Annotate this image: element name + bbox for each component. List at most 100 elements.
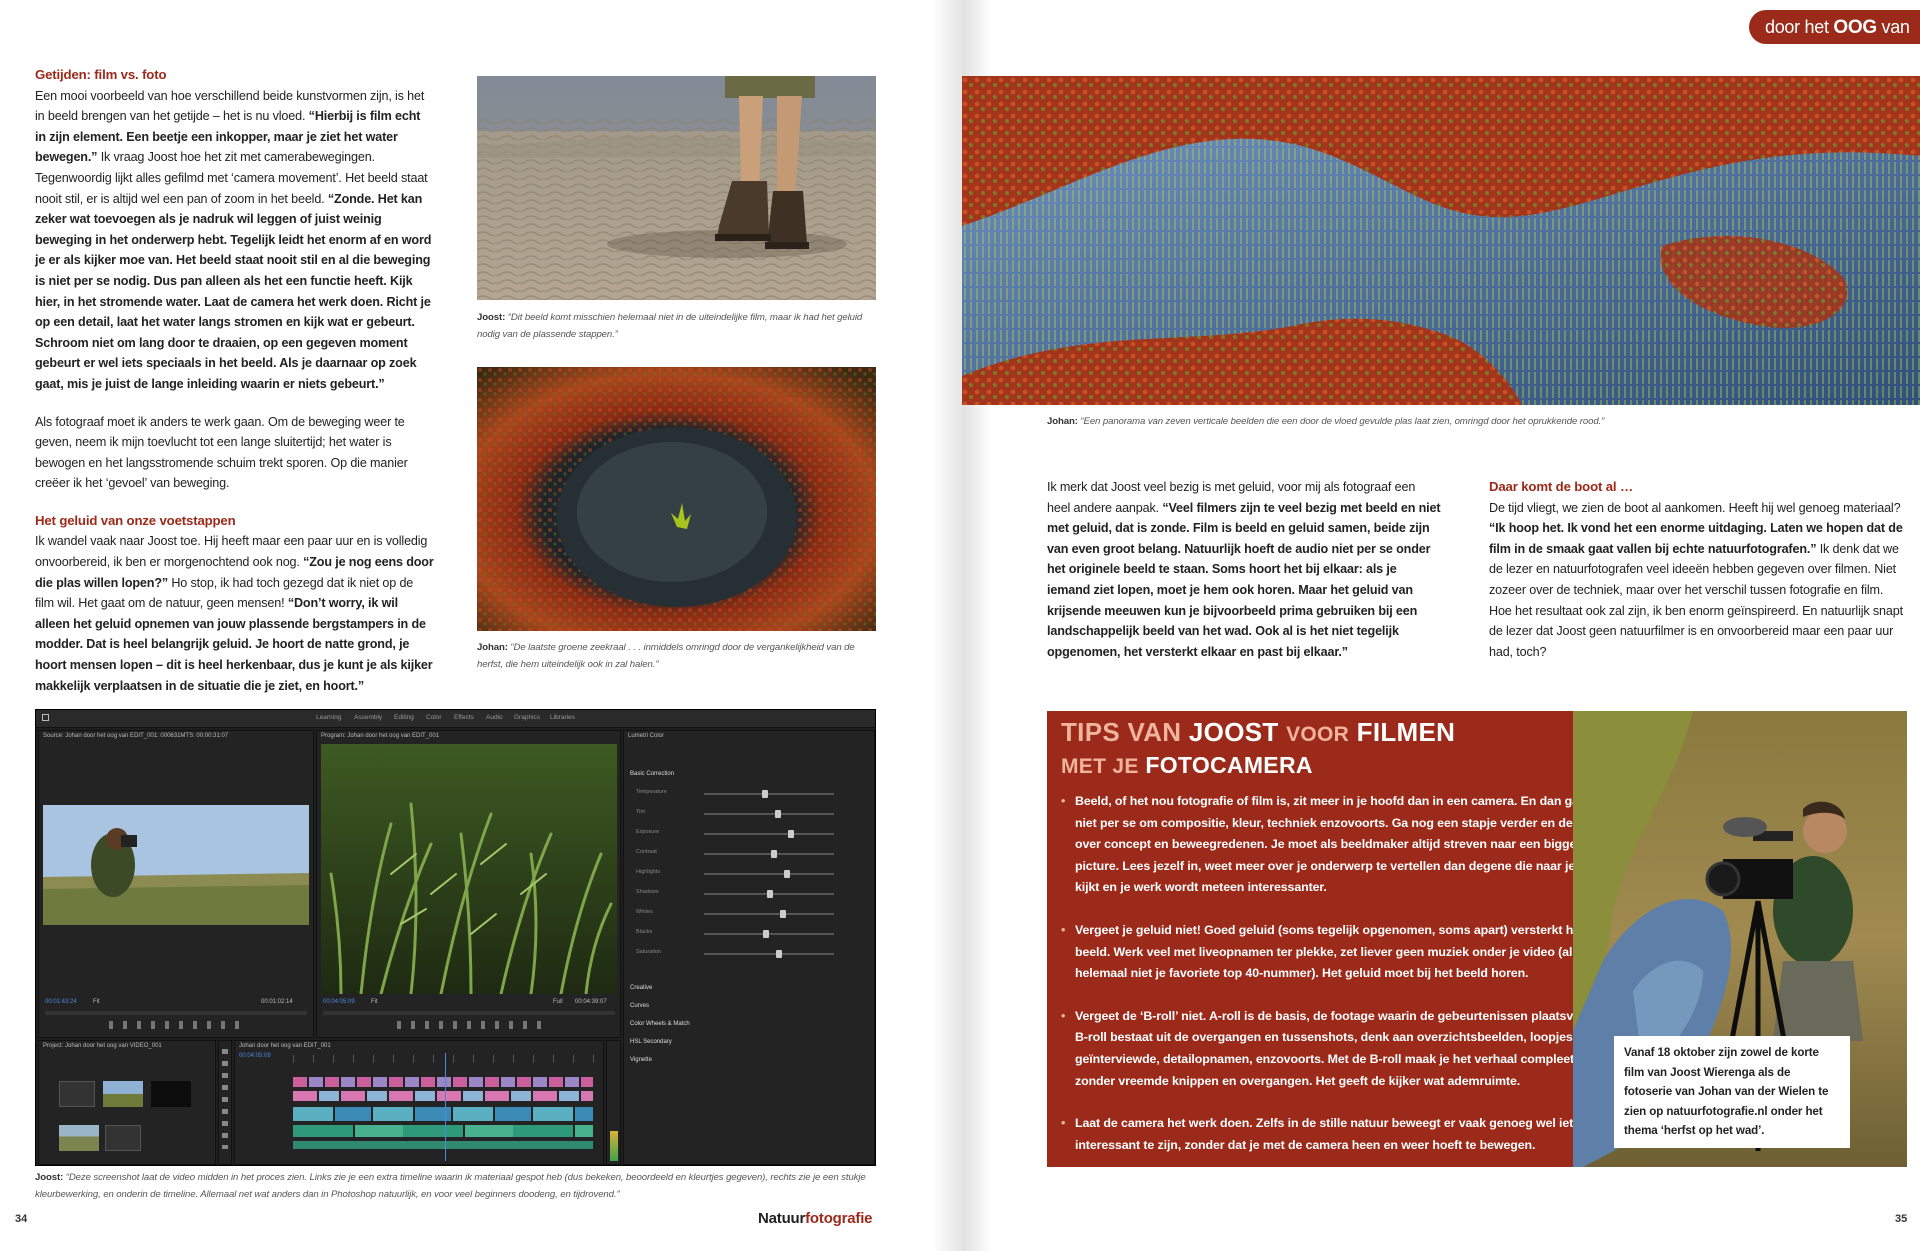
lumetri-slider[interactable] — [704, 930, 834, 938]
lumetri-title: Lumetri Color — [628, 733, 665, 739]
lumetri-section[interactable]: Vignette — [630, 1057, 652, 1063]
tips-box: Tips van Joost voor filmen met je fotoca… — [1047, 711, 1631, 1167]
header-tab-text: van — [1881, 17, 1910, 37]
lumetri-slider[interactable] — [704, 870, 834, 878]
workspace-tab: Libraries — [550, 714, 575, 721]
lumetri-slider[interactable] — [704, 810, 834, 818]
program-resolution-select[interactable]: Full — [553, 999, 563, 1005]
paragraph-boot: De tijd vliegt, we zien de boot al aanko… — [1489, 498, 1907, 663]
lumetri-section[interactable]: Creative — [630, 985, 652, 991]
lumetri-slider[interactable] — [704, 890, 834, 898]
lumetri-slider-label: Blacks — [636, 929, 653, 935]
tool-icons[interactable] — [222, 1049, 228, 1149]
project-panel: Project: Johan door het oog van VIDEO_00… — [38, 1040, 216, 1165]
header-tab-text: door het — [1765, 17, 1829, 37]
tip-item: Beeld, of het nou fotografie of film is,… — [1061, 791, 1617, 899]
track-audio-2[interactable] — [293, 1125, 593, 1137]
lumetri-slider[interactable] — [704, 830, 834, 838]
source-fit-select[interactable]: Fit — [93, 999, 100, 1005]
clip-thumbnail[interactable] — [59, 1125, 99, 1151]
timeline-panel: Johan door het oog van EDIT_001 00:04:05… — [234, 1040, 604, 1165]
caption-author: Johan: — [1047, 416, 1078, 427]
slider-handle[interactable] — [763, 930, 769, 938]
section-header-tab: door het OOG van — [1749, 10, 1920, 44]
quote-run: “Veel filmers zijn te veel bezig met bee… — [1047, 500, 1441, 659]
paragraph-fotograaf: Als fotograaf moet ik anders te werk gaa… — [35, 414, 408, 491]
right-page: door het OOG van Johan: “Een panorama va… — [962, 0, 1920, 1251]
program-monitor: Program: Johan door het oog van EDIT_001 — [316, 730, 621, 1038]
quote-run: “Zonde. Het kan zeker wat toevoegen als … — [35, 191, 432, 391]
gutter-shadow — [932, 0, 962, 1251]
caption-pool: Johan: “De laatste groene zeekraal . . .… — [477, 639, 876, 673]
photo-boots-on-mudflat — [477, 76, 876, 300]
program-fit-select[interactable]: Fit — [371, 999, 378, 1005]
heading-boot: Daar komt de boot al … — [1489, 479, 1633, 494]
slider-handle[interactable] — [767, 890, 773, 898]
slider-handle[interactable] — [780, 910, 786, 918]
header-tab-bold: OOG — [1833, 17, 1877, 38]
playhead[interactable] — [445, 1053, 446, 1161]
title-word: fotocamera — [1145, 752, 1313, 778]
lumetri-section[interactable]: Curves — [630, 1003, 649, 1009]
lumetri-slider[interactable] — [704, 850, 834, 858]
track-audio-1[interactable] — [293, 1107, 593, 1121]
editor-topbar: Learning Assembly Editing Color Effects … — [36, 710, 875, 728]
audio-meter-bars — [610, 1131, 618, 1161]
program-scrubber[interactable] — [323, 1011, 615, 1015]
workspace-tab: Editing — [394, 714, 414, 721]
clip-thumbnail[interactable] — [103, 1081, 143, 1107]
photo-panorama-samphire — [962, 76, 1920, 405]
bin-folder-icon[interactable] — [59, 1081, 95, 1107]
left-page: Getijden: film vs. foto Een mooi voorbee… — [0, 0, 962, 1251]
paragraph-getijden: Een mooi voorbeeld van hoe verschillend … — [35, 86, 434, 395]
audio-meters — [606, 1040, 621, 1165]
right-text-column-2: Daar komt de boot al … De tijd vliegt, w… — [1489, 477, 1907, 662]
page-number-right: 35 — [1895, 1213, 1908, 1225]
quote-run: “Don’t worry, ik wil alleen het geluid o… — [35, 596, 433, 693]
lumetri-slider[interactable] — [704, 790, 834, 798]
track-video-1[interactable] — [293, 1077, 593, 1087]
track-audio-3[interactable] — [293, 1141, 593, 1149]
photo-pool-with-samphire — [477, 367, 876, 631]
lumetri-slider[interactable] — [704, 910, 834, 918]
source-scrubber[interactable] — [45, 1011, 307, 1015]
slider-handle[interactable] — [771, 850, 777, 858]
source-video-frame — [43, 805, 309, 925]
caption-text: “De laatste groene zeekraal . . . inmidd… — [477, 642, 855, 670]
program-transport-controls[interactable] — [397, 1021, 547, 1029]
caption-text: “Een panorama van zeven verticale beelde… — [1077, 416, 1605, 427]
title-word: Tips van — [1061, 717, 1182, 747]
lumetri-slider-label: Contrast — [636, 849, 657, 855]
program-video-frame — [321, 744, 617, 994]
lumetri-section[interactable]: HSL Secondary — [630, 1039, 672, 1045]
caption-text: “Deze screenshot laat de video midden in… — [35, 1172, 866, 1200]
bin-folder-icon[interactable] — [105, 1125, 141, 1151]
slider-handle[interactable] — [788, 830, 794, 838]
slider-handle[interactable] — [762, 790, 768, 798]
paragraph-geluid-filmers: Ik merk dat Joost veel bezig is met gelu… — [1047, 477, 1441, 662]
source-transport-controls[interactable] — [109, 1021, 249, 1029]
caption-author: Joost: — [35, 1172, 64, 1183]
caption-author: Johan: — [477, 642, 508, 653]
workspace-tab: Graphics — [514, 714, 541, 721]
tips-title-line-1: Tips van Joost voor filmen — [1061, 717, 1455, 750]
text-run: Ik denk dat we de lezer en natuurfotogra… — [1489, 541, 1903, 659]
title-word: voor — [1286, 723, 1350, 746]
program-timecode: 00:04:05:09 — [323, 999, 355, 1005]
title-word: filmen — [1356, 717, 1456, 747]
slider-handle[interactable] — [775, 810, 781, 818]
lumetri-slider-label: Saturation — [636, 949, 662, 955]
heading-geluid: Het geluid van onze voetstappen — [35, 512, 236, 528]
lumetri-section[interactable]: Basic Correction — [630, 771, 674, 777]
page-number-left: 34 — [15, 1213, 28, 1225]
clip-thumbnail[interactable] — [151, 1081, 191, 1107]
track-video-2[interactable] — [293, 1091, 593, 1101]
lumetri-slider[interactable] — [704, 950, 834, 958]
source-timecode: 00:01:43:24 — [45, 999, 77, 1005]
timeline-ruler[interactable] — [293, 1055, 599, 1063]
paragraph-geluid: Ik wandel vaak naar Joost toe. Hij heeft… — [35, 531, 434, 696]
slider-handle[interactable] — [776, 950, 782, 958]
lumetri-section[interactable]: Color Wheels & Match — [630, 1021, 690, 1027]
workspace-tab: Effects — [454, 714, 474, 721]
slider-handle[interactable] — [784, 870, 790, 878]
